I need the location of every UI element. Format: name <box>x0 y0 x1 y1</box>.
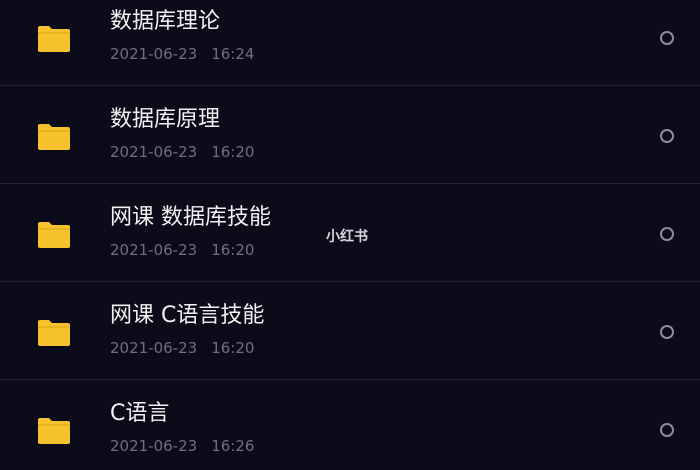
folder-name: 网课 数据库技能 <box>110 205 271 230</box>
folder-date: 2021-06-23 <box>110 437 198 455</box>
folder-name: 数据库理论 <box>110 9 221 34</box>
select-radio[interactable] <box>660 227 674 241</box>
folder-date: 2021-06-23 <box>110 143 198 161</box>
folder-time: 16:20 <box>211 241 255 259</box>
folder-time: 16:26 <box>211 437 255 455</box>
folder-name: 数据库原理 <box>110 107 221 132</box>
folder-modified: 2021-06-23 16:20 <box>110 240 254 260</box>
folder-icon <box>36 221 72 249</box>
folder-modified: 2021-06-23 16:26 <box>110 436 254 456</box>
folder-icon <box>36 123 72 151</box>
folder-modified: 2021-06-23 16:20 <box>110 338 254 358</box>
folder-time: 16:24 <box>211 45 255 63</box>
folder-time: 16:20 <box>211 339 255 357</box>
folder-date: 2021-06-23 <box>110 241 198 259</box>
folder-row[interactable]: C语言 2021-06-23 16:26 <box>0 380 700 470</box>
select-radio[interactable] <box>660 325 674 339</box>
folder-date: 2021-06-23 <box>110 339 198 357</box>
file-browser-screen: 数据库理论 2021-06-23 16:24 数据库原理 2021-06-23 16… <box>0 0 700 470</box>
watermark: 小红书 <box>326 229 368 245</box>
folder-row[interactable]: 网课 C语言技能 2021-06-23 16:20 <box>0 282 700 380</box>
folder-modified: 2021-06-23 16:24 <box>110 44 254 64</box>
folder-row[interactable]: 数据库理论 2021-06-23 16:24 <box>0 0 700 86</box>
folder-row[interactable]: 数据库原理 2021-06-23 16:20 <box>0 86 700 184</box>
folder-icon <box>36 417 72 445</box>
select-radio[interactable] <box>660 423 674 437</box>
folder-date: 2021-06-23 <box>110 45 198 63</box>
folder-name: 网课 C语言技能 <box>110 303 265 328</box>
folder-name: C语言 <box>110 401 170 426</box>
folder-icon <box>36 25 72 53</box>
select-radio[interactable] <box>660 129 674 143</box>
folder-modified: 2021-06-23 16:20 <box>110 142 254 162</box>
folder-icon <box>36 319 72 347</box>
select-radio[interactable] <box>660 31 674 45</box>
folder-time: 16:20 <box>211 143 255 161</box>
